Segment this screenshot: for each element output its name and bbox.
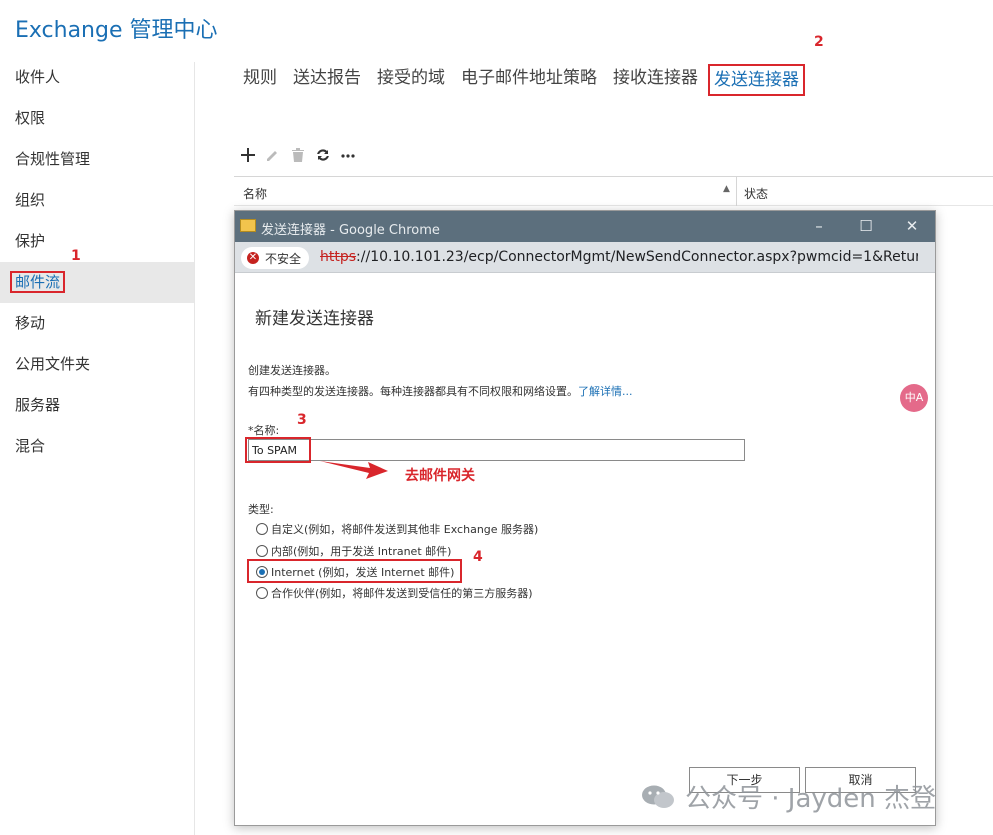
type-option-label: 内部(例如，用于发送 Intranet 邮件) — [271, 545, 452, 558]
learn-more-link[interactable]: 了解详情... — [578, 385, 633, 398]
security-label: 不安全 — [265, 251, 302, 266]
column-header-status[interactable]: 状态 — [744, 185, 768, 202]
type-option-custom[interactable]: 自定义(例如，将邮件发送到其他非 Exchange 服务器) — [256, 521, 538, 537]
type-option-partner[interactable]: 合作伙伴(例如，将邮件发送到受信任的第三方服务器) — [256, 585, 533, 601]
nav-item-label: 保护 — [15, 232, 46, 250]
nav-item-servers[interactable]: 服务器 — [0, 385, 194, 426]
trash-icon[interactable] — [286, 143, 310, 167]
maximize-icon[interactable]: ☐ — [856, 217, 876, 235]
pencil-icon[interactable] — [261, 143, 285, 167]
nav-item-label: 公用文件夹 — [15, 355, 91, 373]
translate-icon[interactable]: 中A — [900, 384, 928, 412]
tab-send-connectors[interactable]: 发送连接器 — [708, 64, 805, 96]
radio-button[interactable] — [256, 545, 268, 557]
nav-item-public-folders[interactable]: 公用文件夹 — [0, 344, 194, 385]
left-nav: 收件人 权限 合规性管理 组织 保护 邮件流 移动 公用文件夹 服务器 混合 — [0, 57, 194, 467]
watermark-text: 公众号 · Jayden 杰登 — [685, 784, 937, 814]
nav-item-label: 混合 — [15, 437, 46, 455]
nav-item-label: 邮件流 — [10, 271, 66, 293]
tab-bar: 规则 送达报告 接受的域 电子邮件地址策略 接收连接器 发送连接器 — [243, 64, 821, 96]
type-label: 类型: — [248, 503, 274, 516]
dialog-description-detail: 有四种类型的发送连接器。每种连接器都具有不同权限和网络设置。了解详情... — [248, 383, 633, 399]
nav-item-label: 合规性管理 — [15, 150, 91, 168]
watermark: 公众号 · Jayden 杰登 — [641, 778, 936, 815]
annotation-step-2: 2 — [814, 34, 824, 50]
security-chip[interactable]: ✕ 不安全 — [241, 247, 310, 269]
dialog-description: 创建发送连接器。 — [248, 364, 336, 377]
nav-item-label: 收件人 — [15, 68, 61, 86]
arrow-right-icon — [320, 461, 388, 479]
description-text: 有四种类型的发送连接器。每种连接器都具有不同权限和网络设置。 — [248, 385, 578, 398]
tab-email-address-policies[interactable]: 电子邮件地址策略 — [461, 64, 597, 96]
nav-item-permissions[interactable]: 权限 — [0, 98, 194, 139]
app-title: Exchange 管理中心 — [15, 18, 218, 43]
tab-accepted-domains[interactable]: 接受的域 — [377, 64, 445, 96]
more-icon[interactable] — [336, 143, 360, 167]
nav-item-hybrid[interactable]: 混合 — [0, 426, 194, 467]
radio-button[interactable] — [256, 587, 268, 599]
nav-item-label: 服务器 — [15, 396, 61, 414]
nav-item-label: 组织 — [15, 191, 46, 209]
window-title: 发送连接器 - Google Chrome — [261, 223, 440, 238]
url-text[interactable]: https://10.10.101.23/ecp/ConnectorMgmt/N… — [320, 249, 918, 265]
plus-icon[interactable] — [236, 143, 260, 167]
tab-delivery-reports[interactable]: 送达报告 — [293, 64, 361, 96]
nav-item-compliance[interactable]: 合规性管理 — [0, 139, 194, 180]
radio-button[interactable] — [256, 523, 268, 535]
column-header-name[interactable]: 名称 — [243, 185, 267, 202]
nav-item-mobile[interactable]: 移动 — [0, 303, 194, 344]
tab-receive-connectors[interactable]: 接收连接器 — [613, 64, 698, 96]
annotation-step-3: 3 — [297, 412, 307, 428]
connector-list-header: 名称 ▲ 状态 — [234, 176, 993, 206]
refresh-icon[interactable] — [311, 143, 335, 167]
type-option-label: 合作伙伴(例如，将邮件发送到受信任的第三方服务器) — [271, 587, 533, 600]
dialog-heading: 新建发送连接器 — [255, 309, 374, 329]
nav-item-organization[interactable]: 组织 — [0, 180, 194, 221]
type-option-label: Internet (例如，发送 Internet 邮件) — [271, 566, 455, 579]
annotation-step-1: 1 — [71, 248, 81, 264]
type-option-label: 自定义(例如，将邮件发送到其他非 Exchange 服务器) — [271, 523, 539, 536]
radio-button-selected[interactable] — [256, 566, 268, 578]
wechat-icon — [642, 785, 674, 808]
type-option-internal[interactable]: 内部(例如，用于发送 Intranet 邮件) — [256, 543, 451, 559]
new-send-connector-window: 发送连接器 - Google Chrome – ☐ ✕ ✕ 不安全 https:… — [234, 210, 936, 826]
url-rest: ://10.10.101.23/ecp/ConnectorMgmt/NewSen… — [356, 249, 918, 265]
nav-item-label: 移动 — [15, 314, 46, 332]
annotation-step-4: 4 — [473, 549, 483, 565]
nav-item-protection[interactable]: 保护 — [0, 221, 194, 262]
minimize-icon[interactable]: – — [809, 217, 829, 235]
nav-divider — [194, 62, 195, 835]
annotation-note: 去邮件网关 — [405, 468, 475, 484]
name-label: *名称: — [248, 424, 280, 437]
window-titlebar[interactable]: 发送连接器 - Google Chrome – ☐ ✕ — [235, 211, 935, 242]
address-bar: ✕ 不安全 https://10.10.101.23/ecp/Connector… — [235, 242, 935, 273]
sort-ascending-icon[interactable]: ▲ — [723, 184, 730, 194]
tab-rules[interactable]: 规则 — [243, 64, 277, 96]
warning-icon: ✕ — [247, 252, 259, 264]
url-protocol: https — [320, 249, 357, 265]
nav-item-mail-flow[interactable]: 邮件流 — [0, 262, 194, 303]
nav-item-recipients[interactable]: 收件人 — [0, 57, 194, 98]
envelope-icon — [240, 219, 256, 232]
column-separator — [736, 177, 737, 206]
toolbar — [236, 143, 361, 167]
type-option-internet[interactable]: Internet (例如，发送 Internet 邮件) — [256, 564, 454, 580]
close-icon[interactable]: ✕ — [902, 217, 922, 235]
nav-item-label: 权限 — [15, 109, 46, 127]
